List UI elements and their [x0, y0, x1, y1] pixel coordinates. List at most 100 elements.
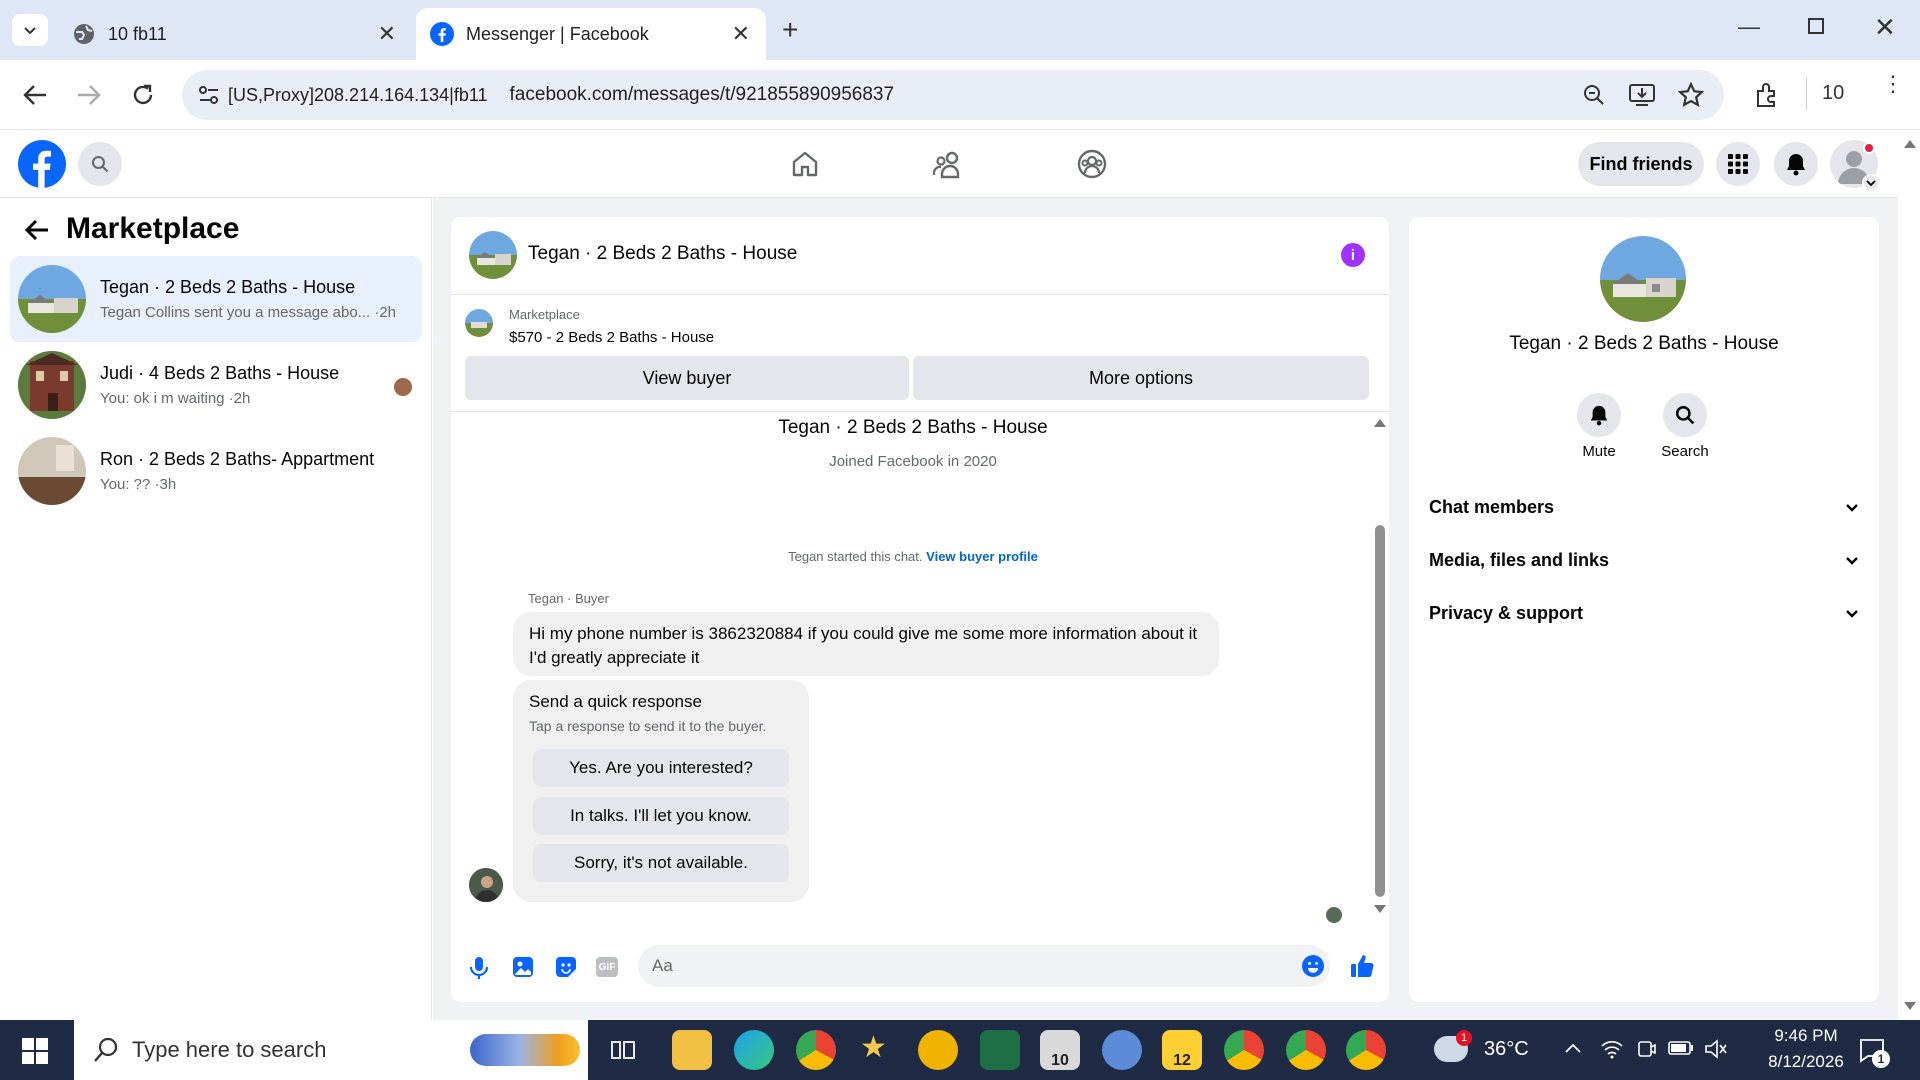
gif-icon[interactable]: GIF [596, 957, 618, 977]
chat-title[interactable]: Tegan · 2 Beds 2 Baths - House [528, 243, 797, 265]
page-scrollbar[interactable] [1898, 130, 1920, 1020]
home-icon[interactable] [790, 149, 820, 179]
sticker-icon[interactable] [554, 955, 578, 979]
info-icon[interactable]: i [1341, 243, 1365, 267]
emoji-icon[interactable] [1301, 954, 1325, 978]
menu-kebab-icon[interactable]: ⋮ [1882, 73, 1904, 95]
chat-panel: Tegan · 2 Beds 2 Baths - House i Marketp… [451, 217, 1389, 1002]
clock-time[interactable]: 9:46 PM [1746, 1026, 1866, 1046]
address-bar[interactable]: [US,Proxy]208.214.164.134|fb11 facebook.… [182, 70, 1724, 120]
view-buyer-button[interactable]: View buyer [465, 356, 909, 400]
notifications-button[interactable] [1774, 142, 1818, 186]
quick-response-option[interactable]: Yes. Are you interested? [533, 749, 789, 787]
new-tab-icon[interactable]: + [782, 14, 798, 46]
taskbar-search[interactable]: Type here to search [74, 1020, 588, 1080]
tab-10-fb11[interactable]: 10 fb11 ✕ [58, 8, 412, 60]
clock-date[interactable]: 8/12/2026 [1746, 1052, 1866, 1072]
house-photo-icon [18, 265, 86, 333]
zoom-icon[interactable] [1582, 83, 1606, 107]
chrome-profile-s-icon[interactable] [1346, 1030, 1386, 1070]
sender-avatar[interactable] [469, 868, 503, 902]
excel-icon[interactable] [980, 1030, 1020, 1070]
star-app-icon[interactable]: ★ [860, 1030, 887, 1065]
restore-icon[interactable] [1808, 18, 1824, 34]
browser-profile-12-icon[interactable]: 12 [1162, 1030, 1202, 1070]
bell-icon [1787, 154, 1805, 176]
chat-started-line: Tegan started this chat. View buyer prof… [451, 549, 1375, 564]
conversation-item[interactable]: Tegan · 2 Beds 2 Baths - House Tegan Col… [10, 256, 422, 342]
tab-messenger[interactable]: Messenger | Facebook ✕ [416, 8, 766, 60]
reload-icon[interactable] [130, 82, 156, 108]
extensions-icon[interactable] [1752, 81, 1780, 109]
edge-icon[interactable] [734, 1030, 774, 1070]
view-buyer-profile-link[interactable]: View buyer profile [926, 549, 1038, 564]
listing-thumbnail [18, 351, 86, 419]
scroll-thumb[interactable] [1375, 525, 1385, 897]
seen-avatar [394, 378, 412, 396]
bookmark-star-icon[interactable] [1678, 82, 1704, 108]
mute-button[interactable] [1577, 393, 1621, 437]
tab-title: 10 fb11 [108, 23, 167, 44]
facebook-logo-icon[interactable] [18, 140, 66, 188]
conversation-snippet: You: ?? ·3h [100, 476, 177, 493]
url-text[interactable]: facebook.com/messages/t/921855890956837 [510, 84, 895, 106]
site-settings-icon[interactable] [198, 85, 220, 105]
message-bubble[interactable]: Hi my phone number is 3862320884 if you … [513, 612, 1219, 676]
search-icon [92, 156, 109, 173]
task-view-icon[interactable] [610, 1038, 636, 1062]
chat-scrollbar[interactable] [1371, 415, 1389, 915]
chrome-icon[interactable] [796, 1030, 836, 1070]
close-icon[interactable]: ✕ [378, 21, 396, 47]
chrome-profile-a-icon[interactable] [1224, 1030, 1264, 1070]
battery-icon[interactable] [1668, 1040, 1694, 1056]
chat-started-text: Tegan started this chat. [788, 549, 923, 564]
like-thumb-icon[interactable] [1349, 953, 1375, 979]
close-window-icon[interactable]: ✕ [1874, 12, 1896, 43]
tab-search-button[interactable] [12, 14, 48, 46]
chevron-up-icon[interactable] [1564, 1042, 1582, 1054]
windows-start-icon[interactable] [22, 1038, 48, 1064]
microphone-icon[interactable] [468, 955, 490, 981]
listing-price-title[interactable]: $570 - 2 Beds 2 Baths - House [509, 329, 714, 346]
close-icon[interactable]: ✕ [732, 21, 750, 47]
browser-profile-10-icon[interactable]: 10 [1040, 1030, 1080, 1070]
friends-icon[interactable] [932, 149, 964, 179]
person-avatar-icon [469, 868, 503, 902]
wifi-icon[interactable] [1600, 1038, 1624, 1060]
back-icon[interactable] [22, 83, 48, 107]
find-friends-button[interactable]: Find friends [1578, 142, 1704, 186]
photo-icon[interactable] [511, 955, 535, 979]
ix-app-icon[interactable] [918, 1030, 958, 1070]
chat-members-section[interactable]: Chat members [1429, 497, 1859, 518]
menu-button[interactable] [1716, 142, 1760, 186]
weather-temp[interactable]: 36°C [1484, 1038, 1529, 1061]
browser-tab-bar: 10 fb11 ✕ Messenger | Facebook ✕ + — ✕ [0, 0, 1920, 60]
minimize-icon[interactable]: — [1738, 14, 1760, 40]
file-explorer-icon[interactable] [672, 1030, 712, 1070]
back-arrow-icon[interactable] [24, 218, 50, 242]
info-avatar[interactable] [1600, 236, 1686, 322]
conversation-item[interactable]: Judi · 4 Beds 2 Baths - House You: ok i … [10, 342, 422, 428]
quick-response-option[interactable]: Sorry, it's not available. [533, 844, 789, 882]
account-chevron[interactable] [1862, 174, 1880, 192]
media-files-links-section[interactable]: Media, files and links [1429, 550, 1859, 571]
conversation-item[interactable]: Ron · 2 Beds 2 Baths- Appartment You: ??… [10, 428, 422, 514]
search-conversation-button[interactable] [1663, 393, 1707, 437]
profile-counter[interactable]: 10 [1822, 82, 1844, 105]
facebook-icon [430, 22, 454, 46]
chrome-profile-z-icon[interactable] [1286, 1030, 1326, 1070]
house-photo-icon [1600, 236, 1686, 322]
more-options-button[interactable]: More options [913, 356, 1369, 400]
privacy-support-section[interactable]: Privacy & support [1429, 603, 1859, 624]
meet-now-icon[interactable] [1636, 1038, 1656, 1060]
profile-app-icon[interactable] [1102, 1030, 1142, 1070]
fb-search-button[interactable] [78, 142, 122, 186]
volume-muted-icon[interactable] [1704, 1038, 1728, 1060]
quick-response-option[interactable]: In talks. I'll let you know. [533, 797, 789, 835]
chat-avatar[interactable] [469, 231, 517, 279]
install-app-icon[interactable] [1628, 82, 1656, 108]
forward-icon[interactable] [76, 83, 102, 107]
sender-label: Tegan · Buyer [528, 591, 609, 606]
groups-icon[interactable] [1076, 148, 1108, 180]
message-input[interactable]: Aa [638, 945, 1330, 987]
